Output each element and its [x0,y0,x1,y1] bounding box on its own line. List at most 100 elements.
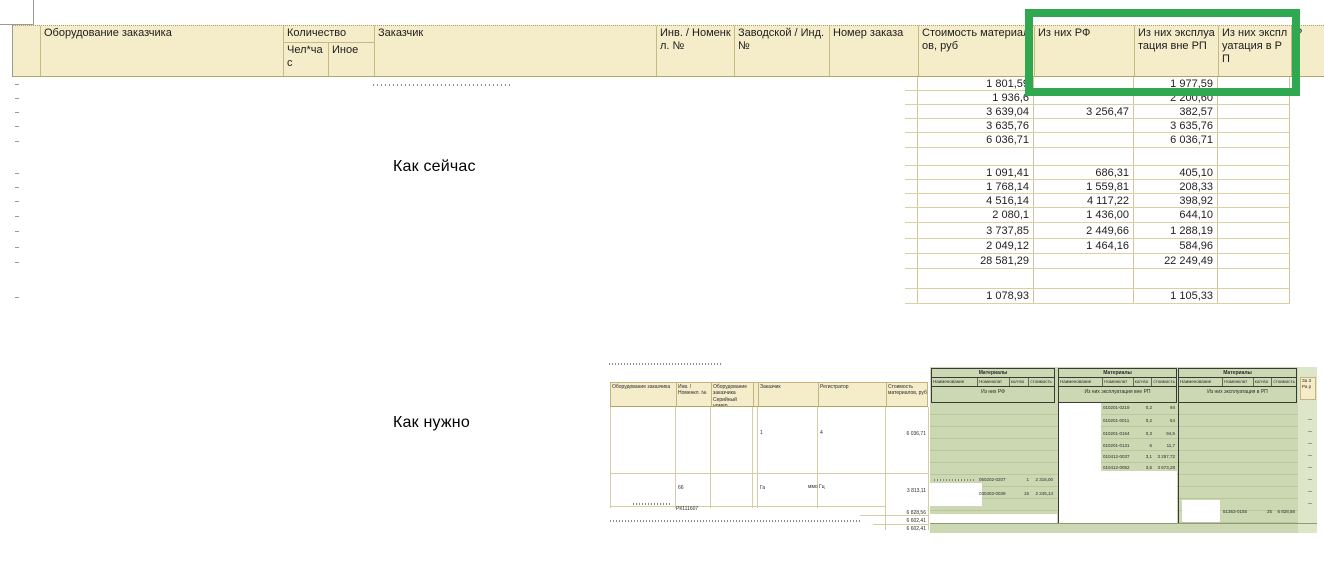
redacted-row-marker [15,187,19,188]
materials-group: Материалы Наименование Номенклат кол-во стои… [931,368,1055,403]
header-manhours[interactable]: Чел*час [284,43,328,76]
outside-rp-cell[interactable] [1133,269,1217,288]
mini-screenshot: Оборудование заказчика Инв. / Номенкл. №… [605,360,1322,542]
outside-rp-cell[interactable]: 208,33 [1133,180,1217,193]
outside-rp-cell[interactable]: 584,96 [1133,239,1217,253]
inside-rp-cell[interactable] [1217,105,1290,118]
materials-cost-cell[interactable]: 1 091,41 [917,166,1033,179]
material-cost: 11,7 [1166,443,1175,448]
rf-cell[interactable]: 4 117,22 [1033,194,1133,207]
rf-cell[interactable] [1033,254,1133,268]
materials-cost-cell[interactable]: 2 049,12 [917,239,1033,253]
header-other[interactable]: Иное [328,43,375,76]
materials-cost-cell[interactable]: 3 737,85 [917,223,1033,238]
mini-row-tick [1308,491,1312,492]
header-order-number[interactable]: Номер заказа [829,26,918,76]
outside-rp-cell[interactable]: 22 249,49 [1133,254,1217,268]
materials-cost-cell[interactable]: 1 768,14 [917,180,1033,193]
outside-rp-cell[interactable]: 644,10 [1133,208,1217,222]
rf-cell[interactable] [1033,119,1133,132]
screenshot-root: { "annotations": { "current_label": "Как… [0,0,1324,564]
materials-column-header: стоимость [1028,378,1054,386]
inside-rp-cell[interactable] [1217,148,1290,165]
redacted-row-marker [15,173,19,174]
materials-cost-cell[interactable]: 1 936,6 [917,91,1033,104]
materials-cost-cell[interactable] [917,269,1033,288]
materials-cost-cell[interactable]: 1 078,93 [917,289,1033,303]
rf-cell[interactable]: 3 256,47 [1033,105,1133,118]
header-row-marker-cell[interactable] [13,26,40,76]
inside-rp-cell[interactable] [1217,133,1290,147]
materials-column-header: Наименование [933,379,965,384]
outside-rp-cell[interactable]: 398,92 [1133,194,1217,207]
rf-cell[interactable] [1033,269,1133,288]
materials-group: Материалы Наименование Номенклат кол-во стои… [1178,368,1297,403]
materials-cost-cell[interactable] [917,148,1033,165]
table-row: 4 516,14 4 117,22 398,92 [12,194,1290,208]
inside-rp-cell[interactable] [1217,269,1290,288]
materials-cost-cell[interactable]: 6 036,71 [917,133,1033,147]
outside-rp-cell[interactable]: 1 288,19 [1133,223,1217,238]
inside-rp-cell[interactable] [1217,254,1290,268]
mini-customer-value: Га [760,485,766,491]
inside-rp-cell[interactable] [1217,194,1290,207]
mini-registrar-value: 4 [820,430,823,436]
mini-header-inventory: Инв. / Номенкл. № [676,383,711,406]
header-inventory[interactable]: Инв. / Номенкл. № [656,26,734,76]
rf-cell[interactable]: 686,31 [1033,166,1133,179]
material-cost: 6 828,56 [1277,509,1295,514]
inside-rp-cell[interactable] [1217,119,1290,132]
row-number-cells: 2 049,12 1 464,16 584,96 [905,239,1290,254]
materials-cost-cell[interactable]: 1 801,59 [917,77,1033,90]
redacted-row-marker [15,231,19,232]
mini-row-tick [1308,419,1312,420]
outside-rp-cell[interactable] [1133,148,1217,165]
outside-rp-cell[interactable]: 382,57 [1133,105,1217,118]
inside-rp-cell[interactable] [1217,289,1290,303]
inside-rp-cell[interactable] [1217,166,1290,179]
outside-rp-cell[interactable]: 3 635,76 [1133,119,1217,132]
inside-rp-cell[interactable] [1217,180,1290,193]
row-left-pad [905,223,917,238]
rf-cell[interactable] [1033,133,1133,147]
mini-cost-value: 6 602,41 [906,526,926,532]
materials-cost-cell[interactable]: 28 581,29 [917,254,1033,268]
rf-cell[interactable]: 1 464,16 [1033,239,1133,253]
outside-rp-cell[interactable]: 405,10 [1133,166,1217,179]
mini-registrar-value: ммо Гц [808,484,825,490]
table-row: 1 078,93 1 105,33 [12,289,1290,304]
materials-cost-cell[interactable]: 2 080,1 [917,208,1033,222]
header-factory[interactable]: Заводской / Инд. № [734,26,829,76]
header-quantity[interactable]: Количество [284,26,374,43]
redacted-row-marker [15,112,19,113]
materials-column-header: кол-во [1252,378,1272,386]
header-customer[interactable]: Заказчик [374,26,656,76]
mini-green-panel: За ЗРа р Материалы Наименование Номенклат к… [930,367,1317,533]
redacted-mini-name [633,503,671,505]
label-as-is-now: Как сейчас [393,158,476,175]
materials-cost-cell[interactable]: 3 635,76 [917,119,1033,132]
rf-cell[interactable] [1033,289,1133,303]
materials-column-header: Номенклат [977,378,1009,386]
inside-rp-cell[interactable] [1217,223,1290,238]
header-materials-cost[interactable]: Стоимость материалов, руб [918,26,1034,76]
rf-cell[interactable]: 2 449,66 [1033,223,1133,238]
rf-cell[interactable]: 1 559,81 [1033,180,1133,193]
inside-rp-cell[interactable] [1217,239,1290,253]
rf-cell[interactable]: 1 436,00 [1033,208,1133,222]
outside-rp-cell[interactable]: 6 036,71 [1133,133,1217,147]
outside-rp-cell[interactable]: 1 105,33 [1133,289,1217,303]
mini-customer-value: 1 [760,430,763,436]
mini-row-tick [1308,479,1312,480]
materials-cost-cell[interactable]: 4 516,14 [917,194,1033,207]
materials-group-subtitle: Из них РФ [981,389,1005,395]
header-quantity-group[interactable]: Количество Чел*час Иное [283,26,374,76]
mini-cost-value: 6 036,71 [906,431,926,437]
row-number-cells: 3 635,76 3 635,76 [905,119,1290,133]
materials-cost-cell[interactable]: 3 639,04 [917,105,1033,118]
row-left-pad [905,105,917,118]
header-equipment[interactable]: Оборудование заказчика [40,26,283,76]
rf-cell[interactable] [1033,148,1133,165]
inside-rp-cell[interactable] [1217,208,1290,222]
materials-group-subtitle: Из них эксплуатация вне РП [1084,389,1151,395]
